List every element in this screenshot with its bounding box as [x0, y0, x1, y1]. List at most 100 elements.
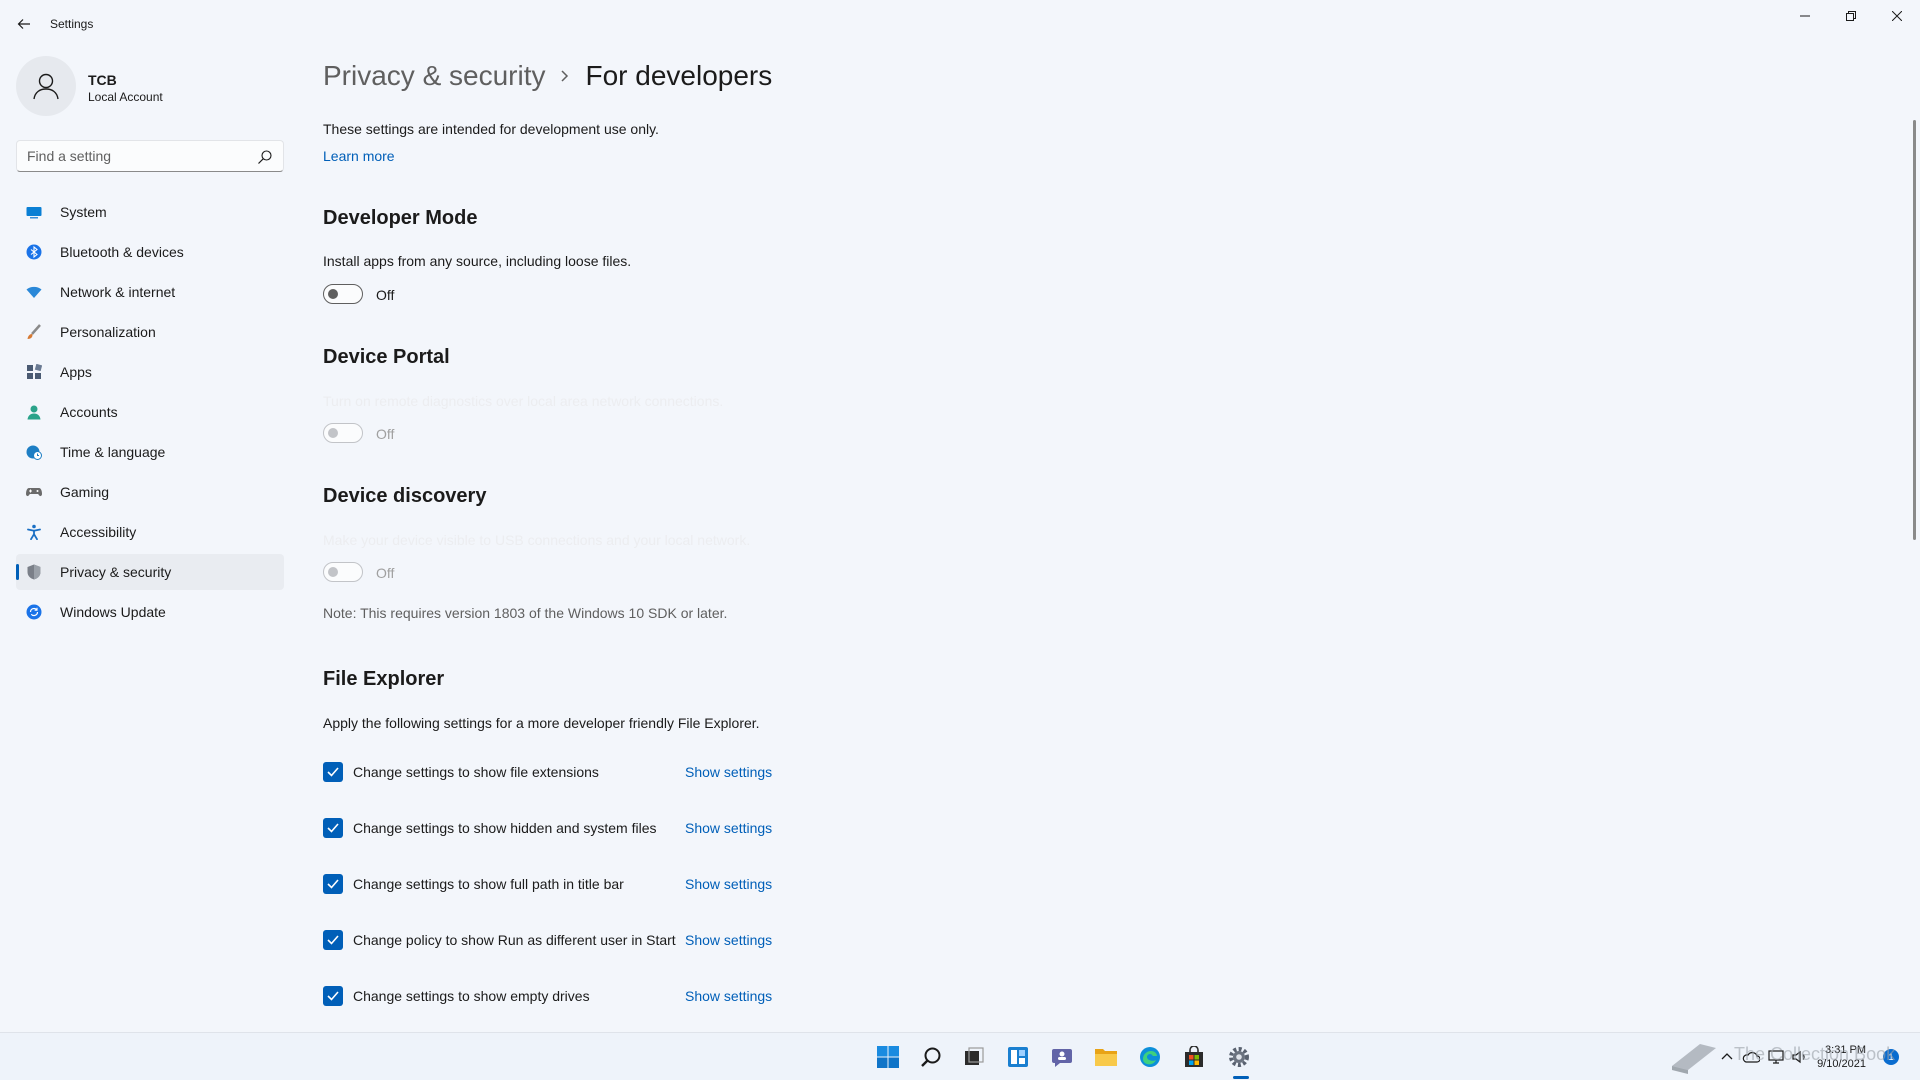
- widgets-icon[interactable]: [1004, 1043, 1032, 1071]
- file-explorer-option: Change settings to show file extensions …: [323, 762, 883, 784]
- restore-button[interactable]: [1828, 0, 1874, 32]
- toggle-knob: [328, 567, 338, 577]
- device-discovery-title: Device discovery: [323, 485, 487, 507]
- checkmark-icon: [327, 823, 339, 833]
- file-explorer-option: Change settings to show empty drives Sho…: [323, 986, 883, 1008]
- file-explorer-option: Change settings to show full path in tit…: [323, 874, 883, 896]
- device-portal-toggle[interactable]: [323, 423, 363, 443]
- avatar: [16, 56, 76, 116]
- active-app-indicator: [1233, 1076, 1249, 1079]
- search-input[interactable]: [27, 147, 247, 165]
- checkmark-icon: [327, 879, 339, 889]
- gamepad-icon: [26, 488, 42, 497]
- brush-icon: [27, 324, 41, 339]
- intro-text: These settings are intended for developm…: [323, 121, 659, 137]
- device-discovery-toggle[interactable]: [323, 562, 363, 582]
- sidebar-item-label: Personalization: [60, 324, 156, 340]
- learn-more-link[interactable]: Learn more: [323, 148, 395, 164]
- search-box[interactable]: [16, 140, 284, 172]
- sidebar-item-label: Gaming: [60, 484, 110, 500]
- developer-mode-state: Off: [376, 287, 395, 303]
- minimize-icon: [1800, 15, 1810, 17]
- sidebar-item-label: Windows Update: [60, 604, 166, 620]
- sidebar-item-personalization[interactable]: Personalization: [16, 314, 284, 350]
- settings-icon[interactable]: [1225, 1043, 1253, 1071]
- shield-icon: [27, 564, 41, 580]
- sidebar-item-apps[interactable]: Apps: [16, 354, 284, 390]
- taskbar-search-icon[interactable]: [917, 1043, 945, 1071]
- checkmark-icon: [327, 991, 339, 1001]
- sidebar-item-gaming[interactable]: Gaming: [16, 474, 284, 510]
- sidebar-nav: System Bluetooth & devices Network & int…: [16, 194, 284, 634]
- option-label: Change settings to show file extensions: [353, 764, 599, 780]
- device-portal-title: Device Portal: [323, 346, 450, 368]
- sidebar-item-label: Bluetooth & devices: [60, 244, 184, 260]
- device-portal-state: Off: [376, 426, 395, 442]
- sidebar-item-accessibility[interactable]: Accessibility: [16, 514, 284, 550]
- option-label: Change settings to show hidden and syste…: [353, 820, 657, 836]
- developer-mode-toggle[interactable]: [323, 284, 363, 304]
- sidebar-item-privacy-security[interactable]: Privacy & security: [16, 554, 284, 590]
- sidebar-item-label: Apps: [60, 364, 92, 380]
- file-explorer-title: File Explorer: [323, 668, 445, 690]
- person-icon: [27, 405, 41, 420]
- show-settings-link[interactable]: Show settings: [685, 876, 772, 892]
- sidebar-item-windows-update[interactable]: Windows Update: [16, 594, 284, 630]
- watermark-text: The Collection Book: [1734, 1044, 1896, 1064]
- show-file-extensions-checkbox[interactable]: [323, 762, 343, 782]
- scrollbar[interactable]: [1913, 120, 1916, 540]
- globe-clock-icon: [26, 445, 42, 460]
- checkmark-icon: [327, 935, 339, 945]
- device-portal-description: Turn on remote diagnostics over local ar…: [323, 393, 724, 409]
- show-settings-link[interactable]: Show settings: [685, 820, 772, 836]
- file-explorer-icon[interactable]: [1092, 1043, 1120, 1071]
- toggle-knob: [328, 428, 338, 438]
- close-button[interactable]: [1874, 0, 1920, 32]
- option-label: Change policy to show Run as different u…: [353, 932, 676, 948]
- show-settings-link[interactable]: Show settings: [685, 932, 772, 948]
- chevron-right-icon: [560, 69, 570, 83]
- store-icon[interactable]: [1180, 1043, 1208, 1071]
- device-discovery-description: Make your device visible to USB connecti…: [323, 532, 751, 548]
- page-title: For developers: [585, 60, 773, 91]
- file-explorer-option: Change settings to show hidden and syste…: [323, 818, 883, 840]
- task-view-icon[interactable]: [960, 1043, 988, 1071]
- show-settings-link[interactable]: Show settings: [685, 764, 772, 780]
- sidebar-item-system[interactable]: System: [16, 194, 284, 230]
- user-avatar-icon: [33, 73, 59, 100]
- sidebar-item-accounts[interactable]: Accounts: [16, 394, 284, 430]
- search-icon[interactable]: [257, 149, 273, 165]
- show-settings-link[interactable]: Show settings: [685, 988, 772, 1004]
- update-icon: [26, 604, 42, 620]
- breadcrumb-parent[interactable]: Privacy & security: [323, 60, 546, 92]
- breadcrumb: Privacy & security For developers: [323, 56, 772, 96]
- windows-start-icon[interactable]: [874, 1043, 902, 1071]
- developer-mode-title: Developer Mode: [323, 207, 478, 229]
- bluetooth-icon: [26, 244, 42, 260]
- show-full-path-checkbox[interactable]: [323, 874, 343, 894]
- checkmark-icon: [327, 767, 339, 777]
- minimize-button[interactable]: [1782, 0, 1828, 32]
- show-hidden-files-checkbox[interactable]: [323, 818, 343, 838]
- chat-icon[interactable]: [1048, 1043, 1076, 1071]
- profile-name: TCB: [88, 72, 117, 88]
- sidebar-item-bluetooth[interactable]: Bluetooth & devices: [16, 234, 284, 270]
- apps-icon: [27, 364, 42, 379]
- back-button[interactable]: [10, 10, 38, 38]
- show-empty-drives-checkbox[interactable]: [323, 986, 343, 1006]
- sidebar-item-label: System: [60, 204, 107, 220]
- sidebar-item-label: Time & language: [60, 444, 166, 460]
- device-discovery-note: Note: This requires version 1803 of the …: [323, 605, 728, 621]
- back-arrow-icon: [17, 19, 30, 29]
- sidebar-item-label: Privacy & security: [60, 564, 172, 580]
- profile-account-type: Local Account: [88, 90, 163, 104]
- run-as-different-user-checkbox[interactable]: [323, 930, 343, 950]
- sidebar-item-network[interactable]: Network & internet: [16, 274, 284, 310]
- user-profile[interactable]: TCB Local Account: [16, 56, 286, 116]
- file-explorer-option: Change policy to show Run as different u…: [323, 930, 883, 952]
- edge-icon[interactable]: [1136, 1043, 1164, 1071]
- sidebar-item-time-language[interactable]: Time & language: [16, 434, 284, 470]
- title-bar: Settings: [0, 0, 1920, 48]
- toggle-knob: [328, 289, 338, 299]
- close-icon: [1892, 11, 1902, 21]
